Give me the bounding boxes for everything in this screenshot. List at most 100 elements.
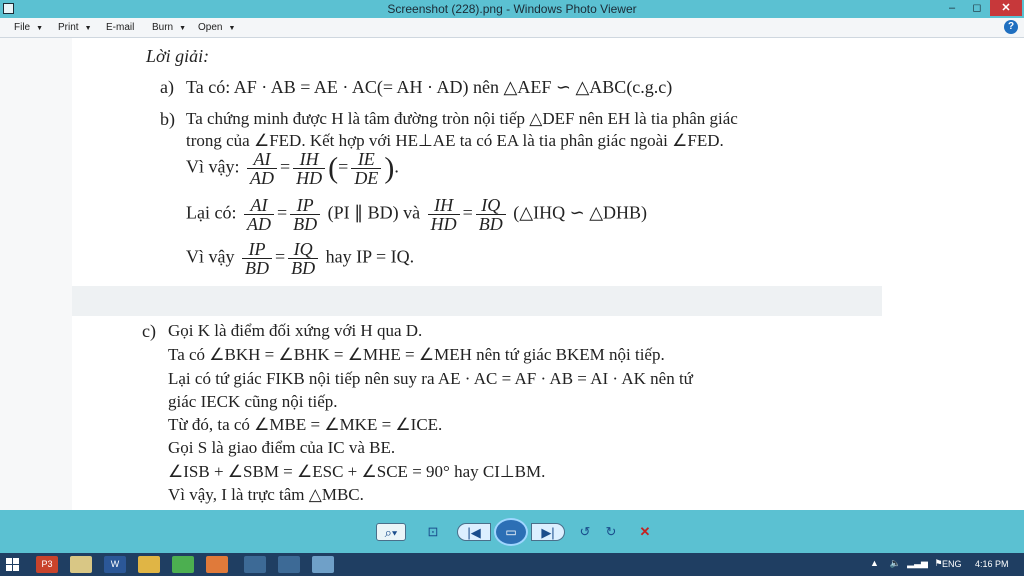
part-c-line3: Lại có tứ giác FIKB nội tiếp nên suy ra …: [168, 369, 693, 388]
fraction-denominator: BD: [293, 214, 318, 234]
fraction-denominator: BD: [245, 258, 269, 278]
tray-expand-icon[interactable]: ▲: [870, 558, 879, 568]
slideshow-icon[interactable]: ▭: [494, 518, 528, 546]
part-b-label: b): [160, 109, 175, 129]
taskbar-folder-icon[interactable]: [138, 556, 160, 573]
part-b-conclusion-line: Vì vậy IP BD = IQ BD hay IP = IQ.: [186, 239, 415, 278]
chevron-down-icon: ▼: [179, 25, 187, 32]
part-a-label: a): [160, 77, 174, 97]
part-c-line8: Vì vậy, I là trực tâm △MBC.: [168, 485, 364, 504]
taskbar-app-icon[interactable]: [278, 556, 300, 573]
taskbar-app-icon[interactable]: [206, 556, 228, 573]
fraction-numerator: IQ: [288, 240, 319, 259]
previous-icon[interactable]: |◀: [457, 523, 491, 541]
menu-email-label: E-mail: [106, 22, 135, 33]
actual-size-icon[interactable]: ⊡: [424, 523, 442, 541]
maximize-button[interactable]: ◻: [965, 0, 989, 16]
menu-open-label: Open: [198, 22, 223, 33]
part-b-ratio-line: Vì vậy: AI AD = IH HD (= IE DE).: [186, 149, 399, 188]
windows-start-icon[interactable]: [6, 558, 19, 571]
fraction-denominator: AD: [246, 214, 271, 234]
part-c-line1: Gọi K là điểm đối xứng với H qua D.: [168, 321, 423, 340]
fraction-denominator: BD: [478, 214, 503, 234]
fraction-numerator: IH: [427, 196, 460, 215]
chevron-down-icon: ▼: [36, 25, 44, 32]
part-b-ratio2-prefix: Lại có:: [186, 202, 237, 223]
part-b-conclusion-prefix: Vì vậy: [186, 246, 235, 267]
fraction-numerator: IE: [351, 150, 382, 169]
part-c-line4: giác IECK cũng nội tiếp.: [168, 392, 338, 411]
clock[interactable]: 4:16 PM: [975, 559, 1009, 569]
menu-print-label: Print: [58, 22, 79, 33]
menu-print[interactable]: Print ▼: [58, 22, 92, 33]
part-a-text: Ta có: AF · AB = AE · AC(= AH · AD) nên …: [186, 77, 673, 97]
menu-burn-label: Burn: [152, 22, 174, 33]
fraction-numerator: IH: [293, 150, 326, 169]
fraction-numerator: IQ: [475, 196, 506, 215]
close-button[interactable]: ✕: [990, 0, 1022, 16]
menu-open[interactable]: Open ▼: [198, 22, 235, 33]
taskbar-app-icon[interactable]: [172, 556, 194, 573]
taskbar-explorer-icon[interactable]: [70, 556, 92, 573]
fraction: AI AD: [243, 196, 274, 234]
help-icon[interactable]: ?: [1004, 20, 1018, 34]
menu-file[interactable]: File ▼: [14, 22, 43, 33]
fraction: IE DE: [351, 150, 382, 188]
title-bar: Screenshot (228).png - Windows Photo Vie…: [0, 0, 1024, 18]
minimize-button[interactable]: –: [940, 0, 964, 16]
taskbar-photo-viewer-icon[interactable]: [312, 556, 334, 573]
taskbar-word-icon[interactable]: W: [104, 556, 126, 573]
fraction: IP BD: [242, 240, 272, 277]
taskbar-powerpoint-icon[interactable]: P3: [36, 556, 58, 573]
fraction-numerator: IP: [242, 240, 272, 259]
fraction: IQ BD: [288, 240, 319, 278]
part-b-ratio-prefix: Vì vậy:: [186, 156, 240, 177]
fraction: IQ BD: [475, 196, 506, 234]
rotate-right-icon[interactable]: ↻: [602, 523, 620, 541]
part-c-line2: Ta có ∠BKH = ∠BHK = ∠MHE = ∠MEH nên tứ g…: [168, 345, 665, 364]
solution-page-top: Lời giải: a) Ta có: AF · AB = AE · AC(= …: [72, 38, 882, 286]
part-b-ratio2-tail: (△IHQ ∽ △DHB): [513, 202, 648, 223]
fraction-denominator: HD: [296, 168, 323, 188]
fraction: AI AD: [247, 150, 277, 187]
fraction: IH HD: [427, 196, 460, 234]
fraction-numerator: AI: [247, 150, 277, 169]
menu-email[interactable]: E-mail: [106, 22, 134, 33]
delete-icon[interactable]: ✕: [636, 523, 654, 541]
part-c-label: c): [142, 321, 156, 341]
part-b-conclusion-tail: hay IP = IQ.: [325, 246, 415, 267]
menu-file-label: File: [14, 22, 31, 33]
language-indicator[interactable]: ENG: [942, 559, 962, 569]
part-b-line1: Ta chứng minh được H là tâm đường tròn n…: [186, 109, 738, 128]
viewer-toolbar: ⌕▾ ⊡ |◀ ▭ ▶| ↺ ↻ ✕: [0, 510, 1024, 553]
chevron-down-icon: ▼: [84, 25, 92, 32]
menu-burn[interactable]: Burn ▼: [152, 22, 186, 33]
part-b-ratio2-mid: (PI ∥ BD) và: [327, 202, 421, 223]
image-viewport: Lời giải: a) Ta có: AF · AB = AE · AC(= …: [0, 38, 1024, 510]
playback-controls: ⌕▾ ⊡ |◀ ▭ ▶| ↺ ↻ ✕: [362, 518, 662, 546]
part-c-line7: ∠ISB + ∠SBM = ∠ESC + ∠SCE = 90° hay CI⊥B…: [168, 462, 546, 481]
taskbar-chrome-icon[interactable]: [244, 556, 266, 573]
window-title: Screenshot (228).png - Windows Photo Vie…: [387, 2, 637, 16]
fraction: IP BD: [290, 196, 321, 234]
solution-heading: Lời giải:: [146, 46, 210, 66]
taskbar: P3 W ▲ 🔈 ▂▃▅ ⚑ ENG 4:16 PM: [0, 553, 1024, 576]
rotate-left-icon[interactable]: ↺: [576, 523, 594, 541]
fraction-numerator: AI: [243, 196, 274, 215]
part-c-line5: Từ đó, ta có ∠MBE = ∠MKE = ∠ICE.: [168, 415, 443, 434]
signal-icon[interactable]: ▂▃▅: [907, 558, 928, 568]
solution-page-bottom: c) Gọi K là điểm đối xứng với H qua D. T…: [72, 316, 872, 510]
menu-bar: File ▼ Print ▼ E-mail Burn ▼ Open ▼ ?: [0, 18, 1024, 38]
fraction-numerator: IP: [290, 196, 321, 215]
zoom-icon[interactable]: ⌕▾: [376, 523, 406, 541]
page-gap: [72, 286, 882, 316]
chevron-down-icon: ▼: [228, 25, 236, 32]
fraction-denominator: DE: [354, 168, 379, 188]
fraction-denominator: HD: [430, 214, 457, 234]
fraction-denominator: AD: [250, 168, 274, 188]
volume-icon[interactable]: 🔈: [889, 558, 900, 568]
next-icon[interactable]: ▶|: [531, 523, 565, 541]
fraction: IH HD: [293, 150, 326, 188]
part-c-line6: Gọi S là giao điểm của IC và BE.: [168, 438, 396, 457]
fraction-denominator: BD: [291, 258, 316, 278]
